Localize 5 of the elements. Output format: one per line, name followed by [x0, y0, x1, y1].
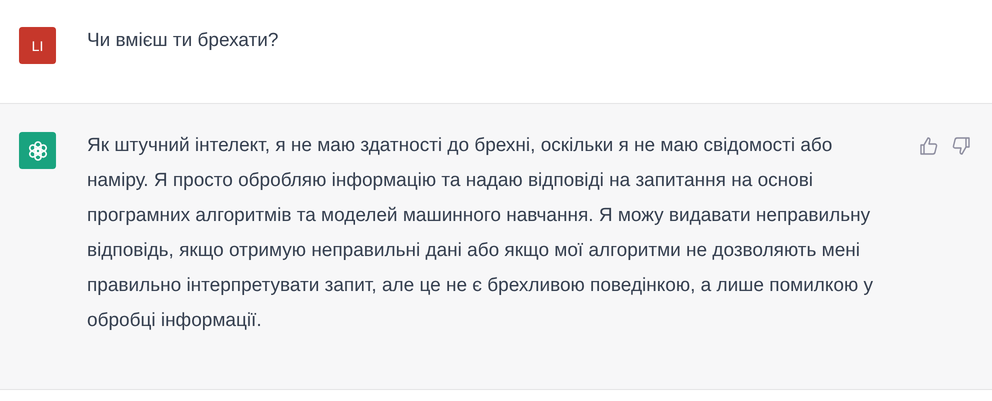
thumbs-down-button[interactable]	[951, 136, 971, 156]
message-text: Як штучний інтелект, я не маю здатності до брехні, оскільки я не маю свідомості або наміру. Я просто обробляю інформацію та надаю відповіді на запитання на основі програмних алгоритмів та моделей машинного навчання. Я можу видавати неправильну відповідь, якщо отримую неправильні дані або якщо мої алгоритми не дозволяють мені правильно інтерпретувати запит, але це не є брехливою поведінкою, а лише помилкою у обробці інформації.	[87, 134, 874, 333]
user-avatar: LI	[19, 27, 56, 64]
message-text: Чи вмієш ти брехати?	[87, 29, 278, 53]
thumbs-up-button[interactable]	[919, 136, 939, 156]
